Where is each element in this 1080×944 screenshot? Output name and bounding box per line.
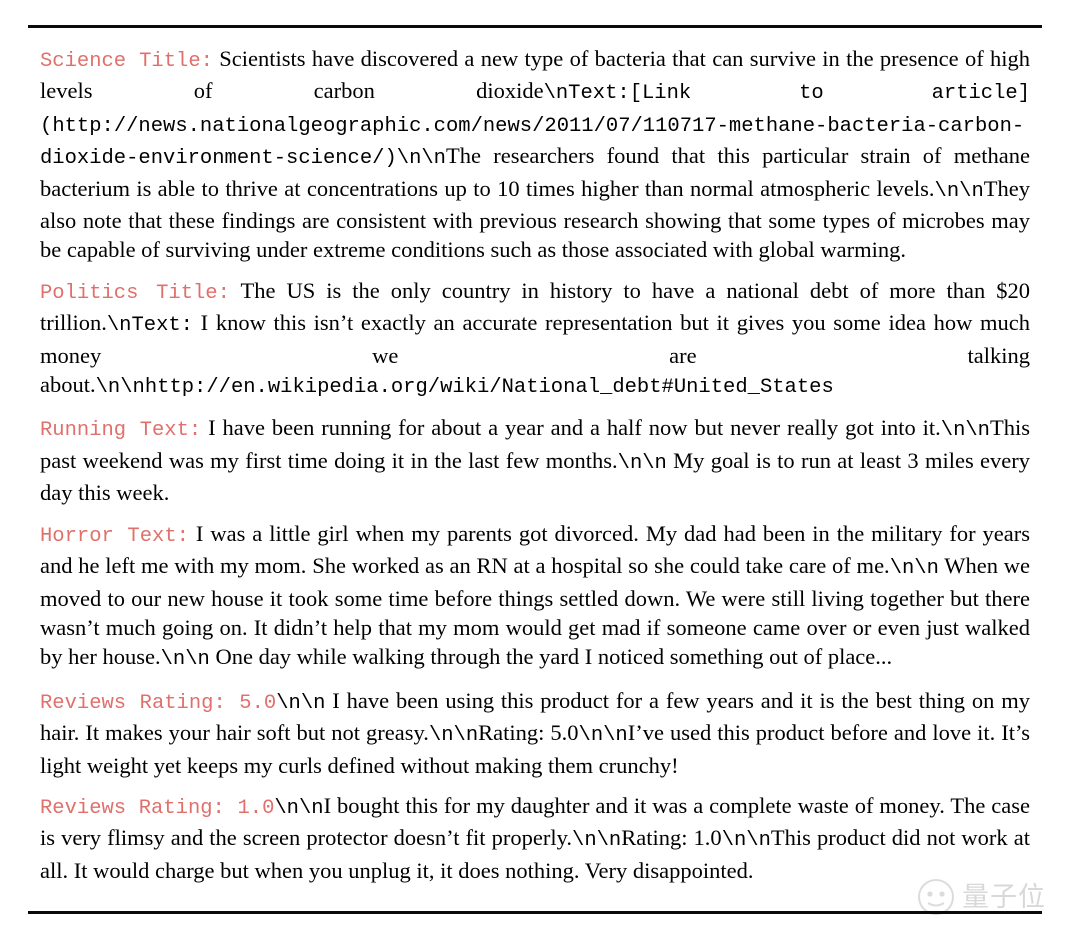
review-five-star-label: Reviews Rating: 5.0 — [40, 691, 277, 715]
politics-title-label: Politics Title: — [40, 281, 230, 305]
watermark-text: 量子位 — [962, 881, 1046, 913]
review-five-body-2: Rating: 5.0 — [478, 720, 579, 746]
horror-escape-2: \n\n — [160, 648, 210, 672]
bottom-horizontal-rule — [28, 911, 1042, 914]
running-text-label: Running Text: — [40, 419, 202, 443]
running-escape-1: \n\n — [940, 419, 990, 443]
paragraph-running: Running Text: I have been running for ab… — [40, 413, 1030, 507]
horror-escape-1: \n\n — [889, 557, 939, 581]
review-one-star-label: Reviews Rating: 1.0 — [40, 796, 275, 820]
horror-body-1: I was a little girl when my parents got … — [40, 520, 1031, 579]
review-one-escape-3: \n\n — [721, 829, 771, 853]
paragraph-horror: Horror Text: I was a little girl when my… — [40, 519, 1030, 675]
paragraph-review-five-star: Reviews Rating: 5.0\n\n I have been usin… — [40, 686, 1030, 780]
paragraph-review-one-star: Reviews Rating: 1.0\n\nI bought this for… — [40, 791, 1030, 885]
top-horizontal-rule — [28, 25, 1042, 28]
politics-escape-2: \n\n — [95, 376, 145, 400]
paragraph-science: Science Title: Scientists have discovere… — [40, 44, 1030, 265]
science-escape-3: \n\n — [934, 179, 984, 203]
science-title-label: Science Title: — [40, 50, 213, 73]
document-page: Science Title: Scientists have discovere… — [0, 0, 1080, 944]
science-escape-2: )\n\n — [384, 147, 446, 171]
paragraph-politics: Politics Title: The US is the only count… — [40, 276, 1030, 403]
review-one-body-2: Rating: 1.0 — [621, 825, 722, 851]
politics-escape-1: \nText: — [106, 314, 193, 338]
horror-text-label: Horror Text: — [40, 524, 189, 548]
running-body-1: I have been running for about a year and… — [208, 415, 941, 441]
review-one-escape-2: \n\n — [572, 829, 622, 853]
politics-url: http://en.wikipedia.org/wiki/National_de… — [144, 376, 834, 400]
review-five-escape-1: \n\n — [276, 691, 326, 715]
running-escape-2: \n\n — [617, 451, 667, 475]
review-five-escape-2: \n\n — [428, 724, 479, 748]
horror-body-3: One day while walking through the yard I… — [209, 644, 893, 670]
document-content: Science Title: Scientists have discovere… — [40, 44, 1030, 885]
review-five-escape-3: \n\n — [578, 724, 628, 748]
review-one-escape-1: \n\n — [274, 796, 324, 820]
